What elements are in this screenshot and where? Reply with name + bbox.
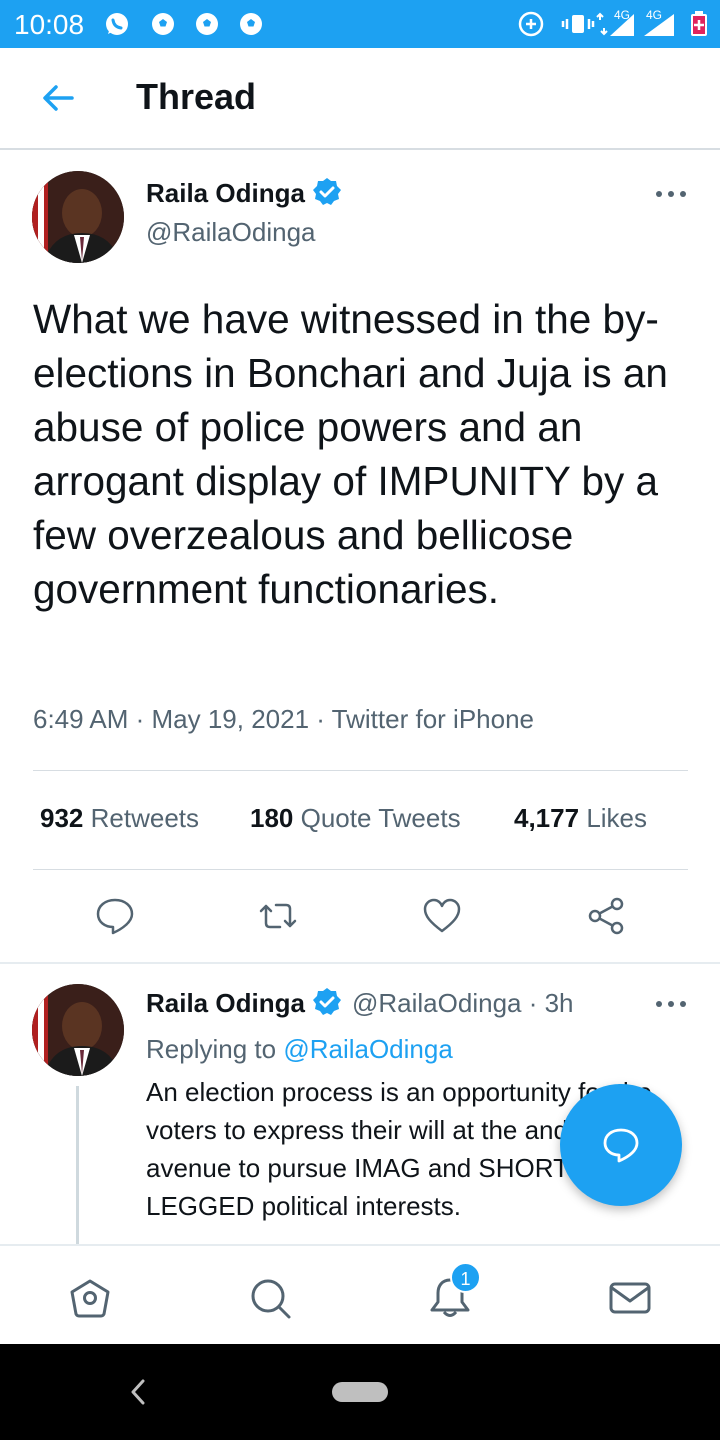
heart-icon[interactable] [422, 896, 462, 936]
thread-line [76, 1086, 79, 1244]
system-home-pill[interactable] [332, 1382, 388, 1402]
divider [33, 869, 688, 870]
likes-label: Likes [586, 803, 648, 833]
data-saver-icon [518, 11, 544, 37]
compose-reply-button[interactable] [560, 1084, 682, 1206]
author-name[interactable]: Raila Odinga [146, 178, 305, 209]
retweet-icon[interactable] [258, 896, 298, 936]
status-bar: 10:08 4G 4G [0, 0, 720, 48]
replying-to: Replying to @RailaOdinga [146, 1034, 453, 1065]
tweet-text: What we have witnessed in the by-electio… [33, 296, 668, 612]
reply-handle-time: @RailaOdinga · 3h [352, 988, 574, 1018]
notifications-badge: 1 [450, 1262, 481, 1293]
share-icon[interactable] [586, 896, 626, 936]
divider [33, 770, 688, 771]
likes-count: 4,177 [514, 803, 580, 833]
vibrate-icon [561, 15, 595, 33]
soccer-ball-icon [152, 13, 174, 35]
likes-stat[interactable]: 4,177 Likes [514, 803, 647, 834]
whatsapp-icon [106, 13, 128, 35]
quotes-label: Quote Tweets [300, 803, 461, 833]
network-type-label: 4G [646, 8, 663, 22]
avatar[interactable] [32, 171, 124, 263]
section-separator [0, 962, 720, 964]
more-horizontal-icon[interactable] [654, 994, 688, 1014]
status-time: 10:08 [14, 9, 85, 40]
mail-icon[interactable] [608, 1276, 652, 1320]
author-handle[interactable]: @RailaOdinga [146, 217, 315, 248]
retweets-count: 932 [40, 803, 84, 833]
replying-to-handle[interactable]: @RailaOdinga [283, 1034, 452, 1064]
replying-to-prefix: Replying to [146, 1034, 277, 1064]
more-horizontal-icon[interactable] [654, 184, 688, 204]
quotes-stat[interactable]: 180 Quote Tweets [250, 803, 461, 834]
bottom-nav: 1 [0, 1244, 720, 1344]
reply-bubble-icon[interactable] [95, 896, 135, 936]
retweets-label: Retweets [90, 803, 200, 833]
thread-header: Thread [0, 48, 720, 150]
verified-badge-icon [313, 988, 341, 1015]
quotes-count: 180 [250, 803, 294, 833]
profile-photo [32, 984, 124, 1076]
home-icon[interactable] [68, 1276, 112, 1320]
search-icon[interactable] [248, 1276, 292, 1320]
system-back-icon[interactable] [128, 1377, 148, 1407]
network-type-label: 4G [614, 8, 631, 22]
arrow-left-icon[interactable] [38, 78, 78, 118]
soccer-ball-icon [196, 13, 218, 35]
compose-reply-icon [603, 1128, 639, 1163]
soccer-ball-icon [240, 13, 262, 35]
reply-author-name[interactable]: Raila Odinga [146, 988, 305, 1019]
page-title: Thread [136, 76, 257, 117]
profile-photo [32, 171, 124, 263]
battery-icon [691, 11, 707, 36]
retweets-stat[interactable]: 932 Retweets [40, 803, 199, 834]
verified-badge-icon [313, 178, 341, 205]
tweet-meta: 6:49 AM · May 19, 2021 · Twitter for iPh… [33, 704, 534, 734]
avatar[interactable] [32, 984, 124, 1076]
